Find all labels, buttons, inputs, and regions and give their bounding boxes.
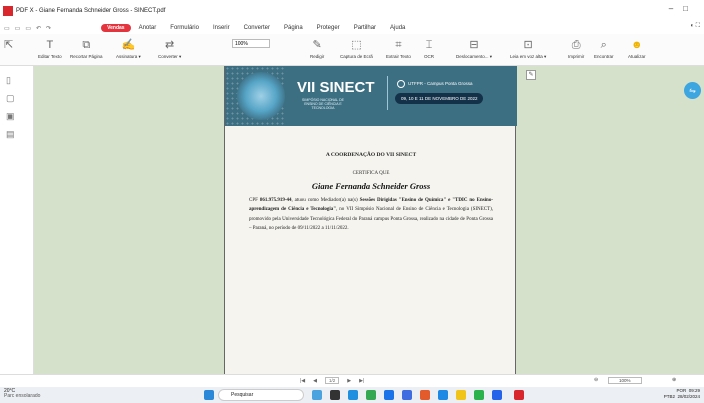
- first-page-icon[interactable]: |◀: [300, 378, 305, 384]
- ribbon-toolbar: ⇱ T Editar Texto ⧉ Recortar Página ✍ Assina…: [0, 34, 704, 66]
- translate-icon[interactable]: ⇋: [684, 82, 701, 99]
- pdfx-icon[interactable]: [514, 390, 524, 400]
- scroll-mode-button[interactable]: ⊟ Deslocamento... ▾: [456, 36, 492, 60]
- whatsapp-icon[interactable]: [474, 390, 484, 400]
- menu-anotar[interactable]: Anotar: [139, 25, 157, 31]
- find-button[interactable]: ⌕ Encontrar: [594, 36, 614, 59]
- cpf-number: 861.975.919-44: [259, 198, 292, 203]
- app-logo-icon: [3, 6, 13, 16]
- mail-icon[interactable]: [492, 390, 502, 400]
- banner-logo-icon: [237, 72, 285, 120]
- weather-widget[interactable]: 20°C Parc ensolarado: [4, 389, 40, 399]
- widget-icon[interactable]: [312, 390, 322, 400]
- attachments-icon[interactable]: ▤: [6, 129, 33, 139]
- certificate-banner: VII SINECT SIMPÓSIO NACIONAL DE ENSINO D…: [225, 66, 517, 126]
- find-icon: ⌕: [600, 39, 607, 51]
- zoom-in-icon[interactable]: ⊕: [672, 377, 676, 383]
- open-icon[interactable]: ▭: [4, 25, 10, 32]
- certifies-text: CERTIFICA QUE: [352, 171, 390, 176]
- select-tool[interactable]: ⇱: [4, 36, 13, 54]
- firefox-icon[interactable]: [420, 390, 430, 400]
- title-bar: PDF X - Giane Fernanda Schneider Gross -…: [0, 0, 704, 22]
- store-icon[interactable]: [384, 390, 394, 400]
- banner-title: VII SINECT: [297, 79, 375, 96]
- comments-icon[interactable]: ▣: [6, 111, 33, 121]
- crop-icon: ⧉: [82, 39, 91, 51]
- menu-pagina[interactable]: Página: [284, 25, 303, 31]
- certificate-body: CPF 861.975.919-44, atuou como Mediador(…: [249, 198, 493, 231]
- location-pin-icon: [397, 80, 405, 88]
- menu-converter[interactable]: Converter: [244, 25, 270, 31]
- coordination-heading: A COORDENAÇÃO DO VII SINECT: [325, 152, 417, 158]
- banner-campus: UTFPR - Campus Ponta Grossa: [408, 81, 473, 86]
- thumbnails-icon[interactable]: ▢: [6, 93, 33, 103]
- printer-icon: ⎙: [571, 39, 581, 51]
- window-controls[interactable]: –□: [669, 4, 698, 13]
- menu-ajuda[interactable]: Ajuda: [390, 25, 405, 31]
- undo-icon[interactable]: ↶: [36, 25, 41, 32]
- system-tray[interactable]: POR 09:29 PTB2 28/02/2024: [664, 388, 700, 400]
- bookmark-icon[interactable]: ▯: [6, 75, 33, 85]
- recipient-name: Giane Fernanda Schneider Gross: [311, 181, 431, 191]
- explorer-icon[interactable]: [456, 390, 466, 400]
- banner-divider: [387, 76, 388, 110]
- print-icon[interactable]: ▭: [25, 25, 31, 32]
- ocr-button[interactable]: ⌶ OCR: [424, 36, 434, 59]
- prev-page-icon[interactable]: ◀: [313, 378, 317, 384]
- theme-toggle-icon[interactable]: ◐ ⛶: [691, 23, 701, 30]
- edge-icon[interactable]: [348, 390, 358, 400]
- task-view-icon[interactable]: [330, 390, 340, 400]
- menu-proteger[interactable]: Proteger: [317, 25, 340, 31]
- menu-formulario[interactable]: Formulário: [170, 25, 199, 31]
- app-icon[interactable]: [438, 390, 448, 400]
- convert-icon: ⇄: [165, 39, 175, 51]
- left-sidebar: ▯ ▢ ▣ ▤: [0, 66, 34, 374]
- read-aloud-icon: ⊡: [523, 39, 533, 51]
- redact-icon: ✎: [312, 39, 322, 51]
- screenshot-button[interactable]: ⬚ Captura de Ecrã: [340, 36, 373, 59]
- vendas-badge[interactable]: Vendas: [101, 24, 131, 32]
- update-button[interactable]: ☻ Atualizar: [628, 36, 646, 59]
- window-title: PDF X - Giane Fernanda Schneider Gross -…: [16, 8, 166, 14]
- smiley-icon: ☻: [630, 39, 643, 51]
- convert-button[interactable]: ⇄ Converter ▾: [158, 36, 181, 60]
- start-icon[interactable]: [204, 390, 214, 400]
- menu-partilhar[interactable]: Partilhar: [354, 25, 376, 31]
- redo-icon[interactable]: ↷: [46, 25, 51, 32]
- teams-icon[interactable]: [402, 390, 412, 400]
- extract-text-button[interactable]: ⌗ Extrair Texto: [386, 36, 411, 59]
- menu-bar: ▭ ▭ ▭ ↶ ↷ Vendas Anotar Formulário Inserir C…: [0, 22, 704, 34]
- edit-pencil-icon[interactable]: ✎: [526, 70, 536, 80]
- scroll-icon: ⊟: [469, 39, 479, 51]
- chrome-icon[interactable]: [366, 390, 376, 400]
- print-button[interactable]: ⎙ Imprimir: [568, 36, 584, 59]
- quick-access-toolbar[interactable]: ▭ ▭ ▭ ↶ ↷: [4, 25, 51, 32]
- pdf-page: VII SINECT SIMPÓSIO NACIONAL DE ENSINO D…: [224, 66, 517, 374]
- signature-button[interactable]: ✍ Assinatura ▾: [116, 36, 141, 60]
- zoom-level[interactable]: 100%: [608, 377, 642, 384]
- save-icon[interactable]: ▭: [15, 25, 21, 32]
- zoom-select[interactable]: 100%: [232, 39, 270, 48]
- menu-inserir[interactable]: Inserir: [213, 25, 230, 31]
- redact-button[interactable]: ✎ Redigir: [310, 36, 324, 59]
- banner-dates: 09, 10 E 11 DE NOVEMBRO DE 2022: [395, 93, 484, 104]
- taskbar-search[interactable]: Pesquisar: [218, 389, 304, 401]
- screenshot-icon: ⬚: [351, 39, 362, 51]
- ocr-icon: ⌶: [425, 39, 433, 51]
- page-number-field[interactable]: 1/2: [325, 377, 340, 384]
- next-page-icon[interactable]: ▶: [347, 378, 351, 384]
- crop-page-button[interactable]: ⧉ Recortar Página: [70, 36, 103, 59]
- page-navigation: |◀ ◀ 1/2 ▶ ▶|: [300, 377, 364, 384]
- zoom-out-icon[interactable]: ⊖: [594, 377, 598, 383]
- edit-text-icon: T: [46, 39, 54, 51]
- banner-subtitle: SIMPÓSIO NACIONAL DE ENSINO DE CIÊNCIA E…: [302, 98, 344, 110]
- read-aloud-button[interactable]: ⊡ Leia em voz alta ▾: [510, 36, 546, 60]
- windows-taskbar: 20°C Parc ensolarado Pesquisar POR 09:29 …: [0, 387, 704, 403]
- last-page-icon[interactable]: ▶|: [359, 378, 364, 384]
- cursor-icon: ⇱: [4, 39, 14, 51]
- status-bar: |◀ ◀ 1/2 ▶ ▶| ⊖ 100% ⊕: [0, 374, 704, 387]
- edit-text-button[interactable]: T Editar Texto: [38, 36, 62, 59]
- signature-icon: ✍: [121, 39, 136, 51]
- extract-icon: ⌗: [395, 39, 402, 51]
